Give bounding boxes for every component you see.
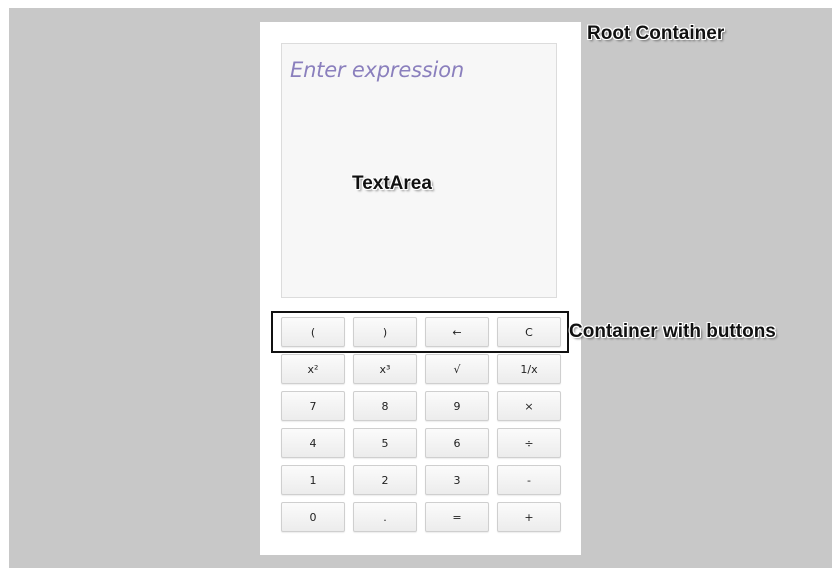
- key-multiply-button[interactable]: ×: [497, 391, 561, 421]
- key-3-button[interactable]: 3: [425, 465, 489, 495]
- key-1-button[interactable]: 1: [281, 465, 345, 495]
- key-square-button[interactable]: x²: [281, 354, 345, 384]
- key-reciprocal-button[interactable]: 1/x: [497, 354, 561, 384]
- key-9-button[interactable]: 9: [425, 391, 489, 421]
- key-5-button[interactable]: 5: [353, 428, 417, 458]
- key-4-button[interactable]: 4: [281, 428, 345, 458]
- key-equals-button[interactable]: =: [425, 502, 489, 532]
- key-7-button[interactable]: 7: [281, 391, 345, 421]
- key-6-button[interactable]: 6: [425, 428, 489, 458]
- key-2-button[interactable]: 2: [353, 465, 417, 495]
- root-container-annotation: Root Container: [587, 23, 725, 44]
- key-8-button[interactable]: 8: [353, 391, 417, 421]
- button-container-annotation: Container with buttons: [569, 321, 776, 342]
- textarea-placeholder: Enter expression: [290, 58, 464, 82]
- key-subtract-button[interactable]: -: [497, 465, 561, 495]
- expression-textarea[interactable]: Enter expression: [281, 43, 557, 298]
- button-container-highlight: [271, 311, 569, 353]
- key-0-button[interactable]: 0: [281, 502, 345, 532]
- key-cube-button[interactable]: x³: [353, 354, 417, 384]
- textarea-annotation: TextArea: [352, 173, 432, 194]
- key-sqrt-button[interactable]: √: [425, 354, 489, 384]
- key-add-button[interactable]: +: [497, 502, 561, 532]
- key-divide-button[interactable]: ÷: [497, 428, 561, 458]
- key-decimal-button[interactable]: .: [353, 502, 417, 532]
